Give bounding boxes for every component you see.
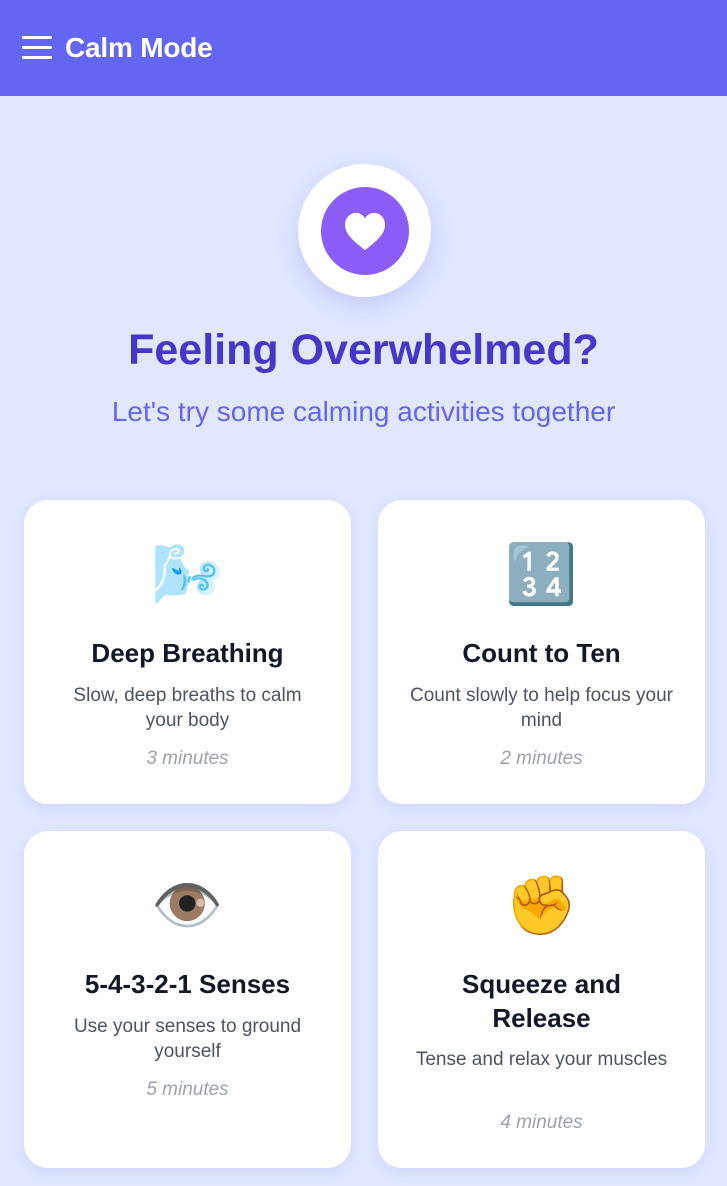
activity-title: Count to Ten [462, 638, 621, 668]
app-title: Calm Mode [65, 32, 213, 63]
activity-card-deep-breathing[interactable]: 🌬️ Deep Breathing Slow, deep breaths to … [24, 500, 351, 804]
app-header: Calm Mode [0, 0, 727, 96]
page-subtitle: Let's try some calming activities togeth… [111, 396, 616, 427]
breath-icon: 🌬️ [151, 542, 224, 607]
hero-badge [298, 164, 431, 297]
activity-description: Use your senses to ground yourself [73, 1016, 302, 1062]
activity-card-squeeze-release[interactable]: ✊ Squeeze and Release Tense and relax yo… [378, 831, 705, 1168]
page-title: Feeling Overwhelmed? [128, 326, 599, 374]
activity-title: 5-4-3-2-1 Senses [84, 969, 291, 999]
activity-description: Count slowly to help focus your mind [410, 685, 673, 731]
fist-icon: ✊ [505, 873, 578, 938]
numbers-icon: 🔢 [505, 542, 578, 607]
activity-description: Slow, deep breaths to calm your body [73, 685, 302, 731]
activity-description: Tense and relax your muscles [415, 1049, 668, 1070]
activity-card-senses[interactable]: 👁️ 5-4-3-2-1 Senses Use your senses to g… [24, 831, 351, 1168]
activity-duration: 3 minutes [146, 748, 229, 769]
activity-title: Deep Breathing [91, 638, 284, 668]
activity-duration: 4 minutes [500, 1112, 583, 1133]
hamburger-menu-icon[interactable] [22, 36, 52, 60]
activity-card-count-to-ten[interactable]: 🔢 Count to Ten Count slowly to help focu… [378, 500, 705, 804]
activity-duration: 2 minutes [500, 748, 583, 769]
eye-icon: 👁️ [151, 873, 224, 938]
heart-icon [320, 186, 409, 275]
activity-title: Squeeze and Release [462, 969, 621, 1033]
activity-duration: 5 minutes [146, 1079, 229, 1100]
